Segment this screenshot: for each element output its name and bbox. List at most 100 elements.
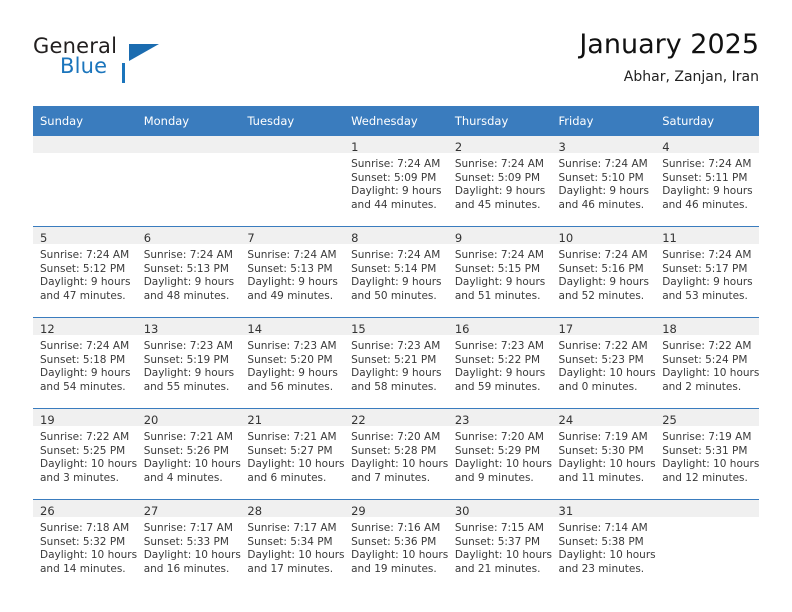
- day-detail-line: Sunrise: 7:24 AM: [247, 249, 337, 261]
- day-number: 8: [351, 231, 359, 245]
- calendar-day-cell-empty: [240, 136, 345, 227]
- calendar-day-cell[interactable]: 7 Sunrise: 7:24 AM Sunset: 5:13 PM Daylight…: [240, 226, 345, 318]
- day-detail-line: and 4 minutes.: [143, 471, 223, 484]
- calendar-day-cell[interactable]: 6 Sunrise: 7:24 AM Sunset: 5:13 PM Daylight…: [136, 226, 241, 318]
- day-detail-line: Daylight: 10 hours: [558, 549, 656, 562]
- calendar-day-cell[interactable]: 4 Sunrise: 7:24 AM Sunset: 5:11 PM Daylight…: [655, 136, 759, 227]
- calendar-day-cell[interactable]: 2 Sunrise: 7:24 AM Sunset: 5:09 PM Daylight…: [447, 136, 552, 227]
- day-detail-line: Sunrise: 7:15 AM: [454, 522, 544, 534]
- day-details: Sunrise: 7:21 AM Sunset: 5:26 PM Daylight:…: [137, 426, 241, 485]
- calendar-day-cell[interactable]: 20 Sunrise: 7:21 AM Sunset: 5:26 PM Dayligh…: [136, 408, 241, 500]
- day-number: 26: [40, 504, 55, 518]
- day-detail-line: Daylight: 10 hours: [351, 549, 449, 562]
- calendar-page: General Blue January 2025 Abhar, Zanjan,…: [0, 0, 792, 612]
- day-number: 18: [662, 322, 677, 336]
- page-title: January 2025: [579, 29, 759, 60]
- day-detail-line: Daylight: 9 hours: [40, 367, 131, 380]
- day-number: 29: [351, 504, 366, 518]
- day-detail-line: and 45 minutes.: [454, 198, 541, 211]
- day-number-band: [33, 136, 137, 153]
- calendar-day-cell[interactable]: 10 Sunrise: 7:24 AM Sunset: 5:16 PM Dayligh…: [551, 226, 656, 318]
- calendar-day-cell[interactable]: 21 Sunrise: 7:21 AM Sunset: 5:27 PM Dayligh…: [240, 408, 345, 500]
- day-detail-line: and 46 minutes.: [662, 198, 748, 211]
- calendar-day-cell[interactable]: 23 Sunrise: 7:20 AM Sunset: 5:29 PM Dayligh…: [447, 408, 552, 500]
- calendar-day-cell[interactable]: 25 Sunrise: 7:19 AM Sunset: 5:31 PM Dayligh…: [655, 408, 759, 500]
- day-detail-line: Sunset: 5:09 PM: [454, 171, 541, 184]
- weekday-header-wednesday: Wednesday: [344, 106, 448, 136]
- day-number-band: 24: [551, 409, 656, 427]
- day-number: 11: [662, 231, 677, 245]
- day-detail-line: Sunrise: 7:23 AM: [454, 340, 544, 352]
- day-detail-line: and 14 minutes.: [40, 562, 126, 575]
- calendar-day-cell[interactable]: 26 Sunrise: 7:18 AM Sunset: 5:32 PM Dayligh…: [33, 499, 137, 590]
- calendar-day-cell[interactable]: 1 Sunrise: 7:24 AM Sunset: 5:09 PM Daylight…: [344, 136, 448, 227]
- calendar-day-cell[interactable]: 5 Sunrise: 7:24 AM Sunset: 5:12 PM Daylight…: [33, 226, 137, 318]
- day-detail-line: Sunrise: 7:19 AM: [662, 431, 752, 443]
- calendar-day-cell[interactable]: 9 Sunrise: 7:24 AM Sunset: 5:15 PM Daylight…: [447, 226, 552, 318]
- day-number: 4: [662, 140, 670, 154]
- calendar-day-cell[interactable]: 3 Sunrise: 7:24 AM Sunset: 5:10 PM Daylight…: [551, 136, 656, 227]
- calendar-day-cell[interactable]: 14 Sunrise: 7:23 AM Sunset: 5:20 PM Dayligh…: [240, 317, 345, 409]
- day-detail-line: and 46 minutes.: [558, 198, 645, 211]
- calendar-day-cell[interactable]: 24 Sunrise: 7:19 AM Sunset: 5:30 PM Dayligh…: [551, 408, 656, 500]
- day-details: Sunrise: 7:24 AM Sunset: 5:12 PM Daylight:…: [33, 244, 137, 303]
- calendar-day-cell[interactable]: 31 Sunrise: 7:14 AM Sunset: 5:38 PM Dayligh…: [551, 499, 656, 590]
- calendar-day-cell[interactable]: 28 Sunrise: 7:17 AM Sunset: 5:34 PM Dayligh…: [240, 499, 345, 590]
- day-detail-line: Sunset: 5:22 PM: [454, 353, 541, 366]
- day-detail-line: and 54 minutes.: [40, 380, 126, 393]
- day-detail-line: Sunset: 5:27 PM: [247, 444, 333, 457]
- day-number: 28: [247, 504, 263, 518]
- day-details: Sunrise: 7:21 AM Sunset: 5:27 PM Daylight:…: [240, 426, 344, 485]
- day-number: 13: [143, 322, 159, 336]
- calendar-day-cell-empty: [33, 136, 137, 227]
- day-detail-line: Sunrise: 7:17 AM: [143, 522, 233, 534]
- day-number-band: 5: [33, 227, 137, 245]
- day-detail-line: Daylight: 9 hours: [40, 276, 131, 289]
- weekday-header-thursday: Thursday: [447, 106, 552, 136]
- day-detail-line: Daylight: 9 hours: [351, 276, 442, 289]
- calendar-day-cell[interactable]: 17 Sunrise: 7:22 AM Sunset: 5:23 PM Dayligh…: [551, 317, 656, 409]
- calendar-day-cell[interactable]: 11 Sunrise: 7:24 AM Sunset: 5:17 PM Dayligh…: [655, 226, 759, 318]
- day-detail-line: and 16 minutes.: [143, 562, 230, 575]
- calendar-day-cell[interactable]: 18 Sunrise: 7:22 AM Sunset: 5:24 PM Dayligh…: [655, 317, 759, 409]
- day-detail-line: Daylight: 9 hours: [662, 185, 753, 198]
- calendar-grid: Sunday Monday Tuesday Wednesday Thursday Frid…: [33, 106, 759, 590]
- day-details: Sunrise: 7:22 AM Sunset: 5:23 PM Daylight:…: [552, 335, 656, 394]
- day-detail-line: Sunset: 5:20 PM: [247, 353, 333, 366]
- day-detail-line: and 49 minutes.: [247, 289, 334, 302]
- day-number: 23: [454, 413, 470, 427]
- calendar-day-cell[interactable]: 27 Sunrise: 7:17 AM Sunset: 5:33 PM Dayligh…: [136, 499, 241, 590]
- day-detail-line: Daylight: 10 hours: [454, 549, 552, 562]
- day-detail-line: and 53 minutes.: [662, 289, 748, 302]
- calendar-day-cell[interactable]: 19 Sunrise: 7:22 AM Sunset: 5:25 PM Dayligh…: [33, 408, 137, 500]
- brand-logo[interactable]: General Blue: [33, 34, 253, 94]
- calendar-day-cell[interactable]: 30 Sunrise: 7:15 AM Sunset: 5:37 PM Dayligh…: [447, 499, 552, 590]
- weekday-header-tuesday: Tuesday: [240, 106, 345, 136]
- calendar-day-cell[interactable]: 16 Sunrise: 7:23 AM Sunset: 5:22 PM Dayligh…: [447, 317, 552, 409]
- day-details: Sunrise: 7:14 AM Sunset: 5:38 PM Daylight:…: [552, 517, 656, 576]
- calendar-day-cell[interactable]: 12 Sunrise: 7:24 AM Sunset: 5:18 PM Dayligh…: [33, 317, 137, 409]
- day-detail-line: Daylight: 9 hours: [351, 185, 442, 198]
- day-details: Sunrise: 7:20 AM Sunset: 5:29 PM Daylight:…: [448, 426, 552, 485]
- day-details: Sunrise: 7:16 AM Sunset: 5:36 PM Daylight:…: [344, 517, 448, 576]
- day-details: Sunrise: 7:24 AM Sunset: 5:09 PM Daylight:…: [448, 153, 552, 212]
- day-details: Sunrise: 7:19 AM Sunset: 5:31 PM Daylight:…: [655, 426, 759, 485]
- calendar-day-cell[interactable]: 29 Sunrise: 7:16 AM Sunset: 5:36 PM Dayligh…: [344, 499, 448, 590]
- day-detail-line: Daylight: 10 hours: [454, 458, 552, 471]
- calendar-day-cell[interactable]: 22 Sunrise: 7:20 AM Sunset: 5:28 PM Dayligh…: [344, 408, 448, 500]
- day-detail-line: and 58 minutes.: [351, 380, 437, 393]
- calendar-day-cell[interactable]: 13 Sunrise: 7:23 AM Sunset: 5:19 PM Dayligh…: [136, 317, 241, 409]
- page-header: General Blue January 2025 Abhar, Zanjan,…: [33, 28, 759, 98]
- day-detail-line: Sunrise: 7:14 AM: [558, 522, 648, 534]
- day-details: Sunrise: 7:22 AM Sunset: 5:24 PM Daylight:…: [655, 335, 759, 394]
- day-details: Sunrise: 7:18 AM Sunset: 5:32 PM Daylight:…: [33, 517, 137, 576]
- calendar-day-cell[interactable]: 8 Sunrise: 7:24 AM Sunset: 5:14 PM Daylight…: [344, 226, 448, 318]
- day-detail-line: Daylight: 9 hours: [351, 367, 442, 380]
- page-subtitle: Abhar, Zanjan, Iran: [623, 69, 759, 85]
- day-details: Sunrise: 7:23 AM Sunset: 5:20 PM Daylight:…: [240, 335, 344, 394]
- calendar-day-cell[interactable]: 15 Sunrise: 7:23 AM Sunset: 5:21 PM Dayligh…: [344, 317, 448, 409]
- day-detail-line: Daylight: 10 hours: [558, 367, 656, 380]
- day-details: Sunrise: 7:17 AM Sunset: 5:34 PM Daylight:…: [240, 517, 344, 576]
- day-number-band: 10: [551, 227, 656, 245]
- day-detail-line: Daylight: 10 hours: [247, 458, 345, 471]
